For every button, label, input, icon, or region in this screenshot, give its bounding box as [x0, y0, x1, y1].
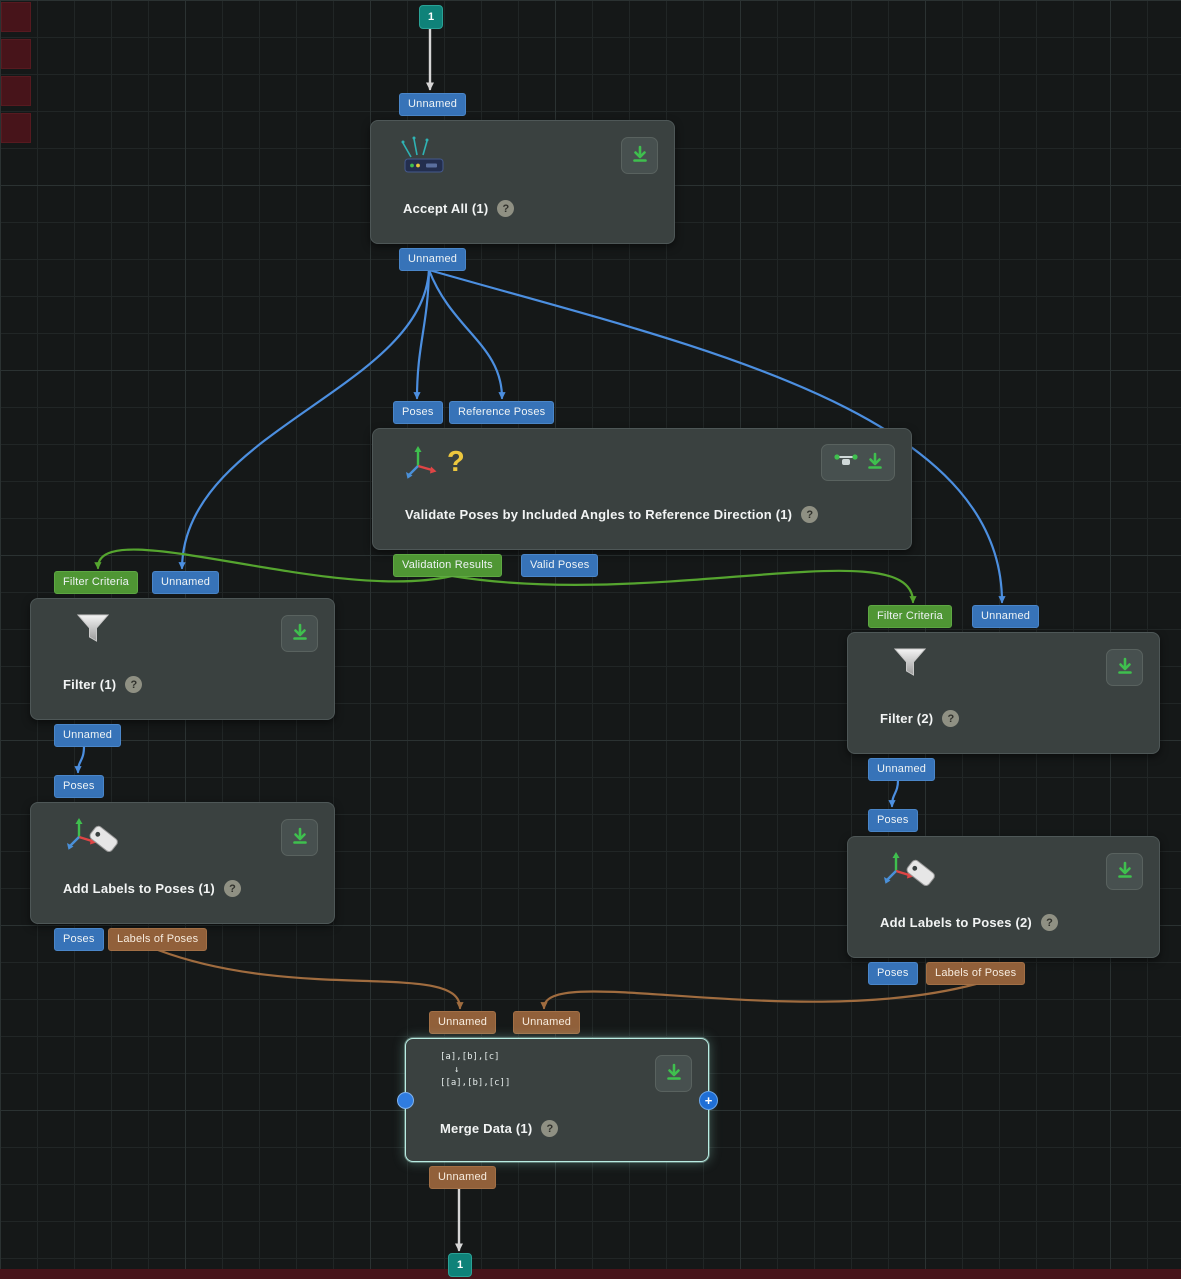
node-title: Validate Poses by Included Angles to Ref… [405, 507, 792, 522]
download-button[interactable] [281, 819, 318, 856]
port-filter1-poses-input[interactable]: Unnamed [152, 571, 219, 594]
download-icon [631, 145, 649, 166]
port-filter2-output[interactable]: Unnamed [868, 758, 935, 781]
merge-pattern-icon: [a],[b],[c] ↓ [[a],[b],[c]] [440, 1051, 510, 1090]
help-badge[interactable]: ? [1041, 914, 1058, 931]
left-edge-marker [1, 76, 31, 106]
download-icon [291, 827, 309, 848]
node-add-labels-2[interactable]: Add Labels to Poses (2) ? [847, 836, 1160, 958]
edge-labels2-to-merge[interactable] [544, 984, 976, 1008]
download-icon [1116, 861, 1134, 882]
merge-add-handle[interactable]: + [699, 1091, 718, 1110]
help-badge[interactable]: ? [497, 200, 514, 217]
node-title: Filter (1) [63, 677, 116, 692]
accept-all-icon [401, 133, 453, 177]
download-icon [1116, 657, 1134, 678]
port-accept-all-input[interactable]: Unnamed [399, 93, 466, 116]
drone-icon [833, 452, 859, 473]
port-validate-poses-input[interactable]: Poses [393, 401, 443, 424]
port-accept-all-output[interactable]: Unnamed [399, 248, 466, 271]
download-icon [665, 1063, 683, 1084]
port-addlabels2-poses-input[interactable]: Poses [868, 809, 918, 832]
edge-filter2-to-addlabels2[interactable] [892, 780, 898, 806]
node-add-labels-1[interactable]: Add Labels to Poses (1) ? [30, 802, 335, 924]
download-button[interactable] [1106, 853, 1143, 890]
flow-canvas[interactable]: 1 1 Unnamed [0, 0, 1181, 1279]
help-badge[interactable]: ? [541, 1120, 558, 1137]
node-title: Add Labels to Poses (2) [880, 915, 1032, 930]
left-edge-marker [1, 2, 31, 32]
port-addlabels2-poses-output[interactable]: Poses [868, 962, 918, 985]
download-button[interactable] [281, 615, 318, 652]
node-filter-1[interactable]: Filter (1) ? [30, 598, 335, 720]
download-button[interactable] [821, 444, 895, 481]
flow-end-marker[interactable]: 1 [448, 1253, 472, 1277]
port-addlabels2-labels-output[interactable]: Labels of Poses [926, 962, 1025, 985]
port-merge-output[interactable]: Unnamed [429, 1166, 496, 1189]
download-icon [291, 623, 309, 644]
merge-pattern-bottom: [[a],[b],[c]] [440, 1077, 510, 1090]
node-title: Merge Data (1) [440, 1121, 532, 1136]
merge-pattern-top: [a],[b],[c] [440, 1051, 510, 1064]
download-button[interactable] [621, 137, 658, 174]
edge-accept-to-validate-poses[interactable] [417, 270, 429, 398]
node-title: Filter (2) [880, 711, 933, 726]
edge-filter1-to-addlabels1[interactable] [78, 746, 84, 772]
download-button[interactable] [655, 1055, 692, 1092]
bottom-edge-strip [0, 1269, 1181, 1279]
download-icon [866, 452, 884, 473]
help-badge[interactable]: ? [942, 710, 959, 727]
edge-labels1-to-merge[interactable] [158, 950, 460, 1008]
merge-pattern-arrow: ↓ [440, 1064, 510, 1077]
port-addlabels1-poses-input[interactable]: Poses [54, 775, 104, 798]
port-validate-reference-input[interactable]: Reference Poses [449, 401, 554, 424]
merge-left-handle[interactable] [397, 1092, 414, 1109]
funnel-icon [892, 645, 928, 681]
help-badge[interactable]: ? [801, 506, 818, 523]
funnel-icon [75, 611, 111, 647]
port-valid-poses-output[interactable]: Valid Poses [521, 554, 598, 577]
port-filter2-criteria-input[interactable]: Filter Criteria [868, 605, 952, 628]
port-filter1-criteria-input[interactable]: Filter Criteria [54, 571, 138, 594]
add-labels-icon [882, 849, 940, 889]
left-edge-marker [1, 39, 31, 69]
edge-accept-to-validate-reference[interactable] [429, 270, 502, 398]
node-merge-data[interactable]: [a],[b],[c] ↓ [[a],[b],[c]] Merge Data (… [405, 1038, 709, 1162]
port-filter2-poses-input[interactable]: Unnamed [972, 605, 1039, 628]
port-merge-input-1[interactable]: Unnamed [429, 1011, 496, 1034]
left-edge-marker [1, 113, 31, 143]
flow-start-label: 1 [428, 11, 434, 23]
port-filter1-output[interactable]: Unnamed [54, 724, 121, 747]
help-badge[interactable]: ? [125, 676, 142, 693]
flow-end-label: 1 [457, 1259, 463, 1271]
validate-poses-icon: ? [403, 443, 465, 481]
port-validation-results-output[interactable]: Validation Results [393, 554, 502, 577]
port-addlabels1-labels-output[interactable]: Labels of Poses [108, 928, 207, 951]
node-accept-all[interactable]: Accept All (1) ? [370, 120, 675, 244]
question-icon: ? [447, 447, 465, 477]
download-button[interactable] [1106, 649, 1143, 686]
node-title: Accept All (1) [403, 201, 488, 216]
help-badge[interactable]: ? [224, 880, 241, 897]
flow-start-marker[interactable]: 1 [419, 5, 443, 29]
node-filter-2[interactable]: Filter (2) ? [847, 632, 1160, 754]
port-merge-input-2[interactable]: Unnamed [513, 1011, 580, 1034]
port-addlabels1-poses-output[interactable]: Poses [54, 928, 104, 951]
add-labels-icon [65, 815, 123, 855]
node-title: Add Labels to Poses (1) [63, 881, 215, 896]
node-validate-poses[interactable]: ? Validate Poses by Included Angl [372, 428, 912, 550]
